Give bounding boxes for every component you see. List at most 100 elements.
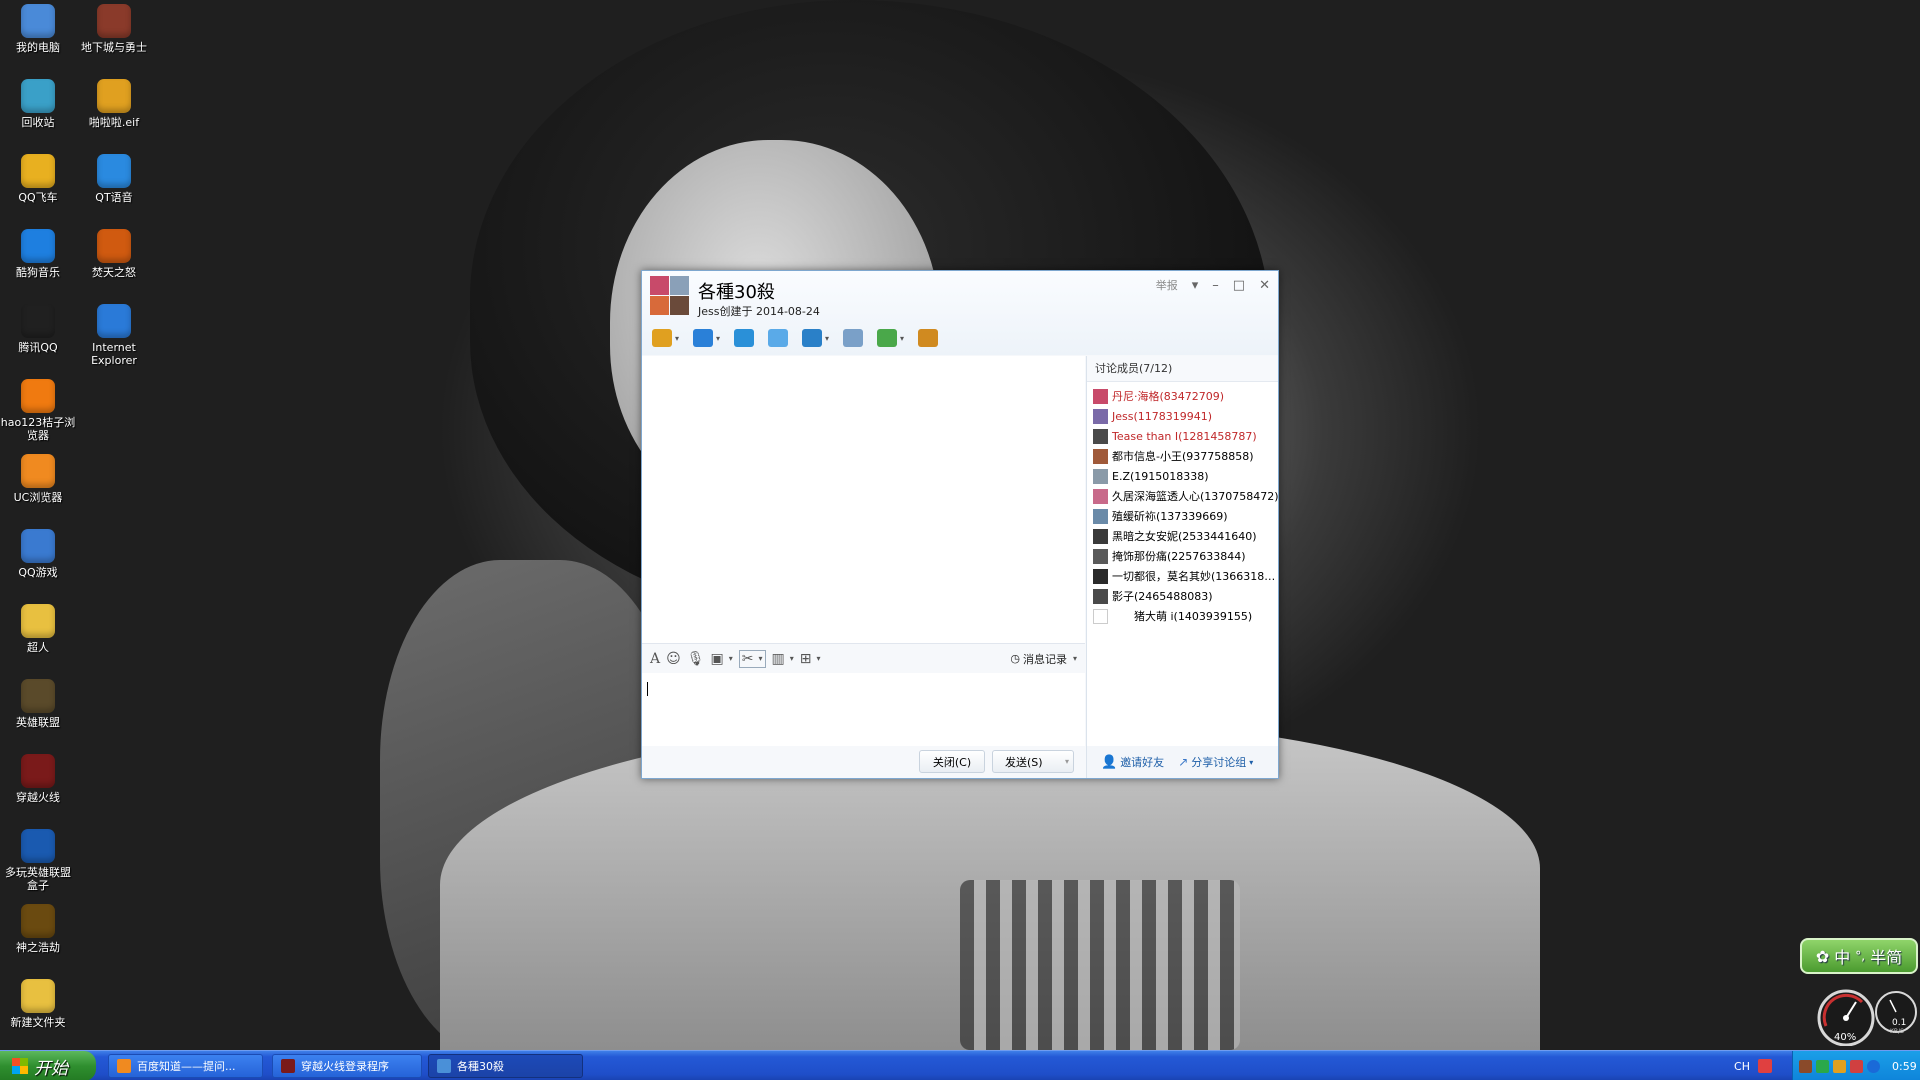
exit-group-button[interactable] bbox=[918, 329, 939, 347]
tray-qq-icon[interactable] bbox=[1833, 1059, 1846, 1073]
desktop-icon[interactable]: 超人 bbox=[0, 604, 76, 654]
desktop-icon[interactable]: Internet Explorer bbox=[76, 304, 152, 367]
voice-message-icon[interactable]: 🎙 bbox=[687, 651, 705, 667]
member-item[interactable]: E.Z(1915018338) bbox=[1087, 466, 1278, 486]
desktop-icon[interactable]: 酷狗音乐 bbox=[0, 229, 76, 279]
screenshot-icon[interactable]: ✂ ▾ bbox=[738, 649, 766, 668]
desktop-icon-label: 啪啦啦.eif bbox=[88, 116, 140, 129]
image-icon[interactable]: ▣ ▾ bbox=[711, 651, 733, 667]
report-button[interactable]: 举报 bbox=[1156, 277, 1178, 293]
chevron-down-icon[interactable]: ▾ bbox=[900, 334, 904, 343]
member-item[interactable]: 一切都很，莫名其妙(1366318… bbox=[1087, 566, 1278, 586]
member-name: Jess(1178319941) bbox=[1112, 409, 1213, 423]
desktop-icon[interactable]: 我的电脑 bbox=[0, 4, 76, 54]
desktop-icon[interactable]: UC浏览器 bbox=[0, 454, 76, 504]
tray-kugou-icon[interactable] bbox=[1867, 1059, 1880, 1073]
chat-header: 各種30殺 Jess创建于 2014-08-24 举报 ▾ – □ ✕ ▾ ▾ ▾ ▾ bbox=[642, 271, 1278, 355]
screen-share-button[interactable] bbox=[734, 329, 755, 347]
font-icon[interactable]: A bbox=[650, 651, 660, 667]
add-app-button[interactable]: ▾ bbox=[877, 329, 904, 347]
desktop-icon[interactable]: 神之浩劫 bbox=[0, 904, 76, 954]
desktop-icon-label: 穿越火线 bbox=[16, 791, 60, 804]
ime-language: 中 bbox=[1834, 948, 1851, 967]
member-item[interactable]: 久居深海篮透人心(1370758472) bbox=[1087, 486, 1278, 506]
poll-icon[interactable]: ▥ ▾ bbox=[772, 651, 794, 667]
member-avatar bbox=[1093, 408, 1108, 424]
wallpaper-plaid bbox=[960, 880, 1240, 1050]
taskbar-task-label: 穿越火线登录程序 bbox=[301, 1060, 389, 1073]
desktop-icon[interactable]: QT语音 bbox=[76, 154, 152, 204]
taskbar-task-label: 各種30殺 bbox=[457, 1060, 504, 1073]
desktop-icon[interactable]: 新建文件夹 bbox=[0, 979, 76, 1029]
tray-game-icon[interactable] bbox=[1799, 1059, 1812, 1073]
desktop-icon-label: Internet Explorer bbox=[91, 341, 137, 367]
member-item[interactable]: 猪大萌 i(1403939155) bbox=[1087, 606, 1278, 626]
member-item[interactable]: Tease than I(1281458787) bbox=[1087, 426, 1278, 446]
sogou-ime-icon[interactable] bbox=[1758, 1059, 1772, 1073]
tray-network-icon[interactable] bbox=[1850, 1059, 1863, 1073]
message-history-button[interactable]: ◷ 消息记录 ▾ bbox=[1010, 651, 1077, 667]
minimize-icon[interactable]: – bbox=[1212, 278, 1219, 293]
desktop-icon[interactable]: 英雄联盟 bbox=[0, 679, 76, 729]
send-options-icon[interactable]: ▾ bbox=[1065, 757, 1069, 766]
presentation-button[interactable] bbox=[768, 329, 789, 347]
desktop-icon[interactable]: QQ游戏 bbox=[0, 529, 76, 579]
message-history-area[interactable] bbox=[642, 356, 1085, 643]
qt-voice-icon bbox=[97, 154, 131, 188]
member-item[interactable]: 黑暗之女安妮(2533441640) bbox=[1087, 526, 1278, 546]
message-input[interactable] bbox=[642, 673, 1085, 753]
invite-friends-button[interactable]: 👤 邀请好友 bbox=[1101, 754, 1164, 770]
member-item[interactable]: Jess(1178319941) bbox=[1087, 406, 1278, 426]
menu-dropdown-icon[interactable]: ▾ bbox=[1192, 278, 1199, 293]
file-transfer-button[interactable]: ▾ bbox=[802, 329, 829, 347]
member-name: 殖缓斫袮(137339669) bbox=[1112, 510, 1228, 523]
member-avatar bbox=[1093, 428, 1108, 444]
close-button[interactable]: 关闭(C) bbox=[919, 750, 985, 773]
share-icon: ↗ bbox=[1178, 755, 1189, 769]
desktop-icon[interactable]: 回收站 bbox=[0, 79, 76, 129]
member-item[interactable]: 都市信息-小王(937758858) bbox=[1087, 446, 1278, 466]
microphone-button[interactable]: ▾ bbox=[652, 329, 679, 347]
duowan-box-icon bbox=[21, 829, 55, 863]
desktop-icon[interactable]: 腾讯QQ bbox=[0, 304, 76, 354]
desktop-icon[interactable]: QQ飞车 bbox=[0, 154, 76, 204]
member-item[interactable]: 影子(2465488083) bbox=[1087, 586, 1278, 606]
chevron-down-icon[interactable]: ▾ bbox=[825, 334, 829, 343]
desktop-icons: 我的电脑 地下城与勇士 回收站 啪啦啦.eif QQ飞车 QT语音 酷狗音乐 焚天之怒 腾讯QQ… bbox=[0, 0, 170, 1040]
member-avatar bbox=[1093, 548, 1108, 564]
tray-shield-icon[interactable] bbox=[1816, 1059, 1829, 1073]
share-group-button[interactable]: ↗ 分享讨论组 ▾ bbox=[1178, 754, 1253, 770]
taskbar-task[interactable]: 穿越火线登录程序 bbox=[272, 1054, 422, 1078]
taskbar-task[interactable]: 各種30殺 bbox=[428, 1054, 583, 1078]
send-button[interactable]: 发送(S) ▾ bbox=[992, 750, 1074, 773]
network-gauge-widget: 40% 0.1 KB/S bbox=[1812, 982, 1920, 1047]
member-name: 猪大萌 i(1403939155) bbox=[1134, 610, 1253, 623]
maximize-icon[interactable]: □ bbox=[1233, 278, 1245, 293]
more-apps-icon[interactable]: ⊞ ▾ bbox=[800, 651, 821, 667]
chat-task-icon bbox=[437, 1059, 451, 1073]
emoji-icon[interactable]: ☺ bbox=[666, 651, 681, 667]
desktop-icon[interactable]: 穿越火线 bbox=[0, 754, 76, 804]
desktop-icon-label: UC浏览器 bbox=[13, 491, 63, 504]
desktop-icon[interactable]: hao123桔子浏览器 bbox=[0, 379, 76, 442]
language-indicator[interactable]: CH bbox=[1734, 1059, 1772, 1073]
chat-toolbar: ▾ ▾ ▾ ▾ bbox=[652, 326, 952, 350]
video-camera-button[interactable]: ▾ bbox=[693, 329, 720, 347]
member-item[interactable]: 丹尼·海格(83472709) bbox=[1087, 386, 1278, 406]
member-item[interactable]: 掩饰那份痛(2257633844) bbox=[1087, 546, 1278, 566]
desktop-icon[interactable]: 焚天之怒 bbox=[76, 229, 152, 279]
desktop-icon[interactable]: 啪啦啦.eif bbox=[76, 79, 152, 129]
chevron-down-icon[interactable]: ▾ bbox=[675, 334, 679, 343]
ime-status-bar[interactable]: ✿ 中 °, 半简 bbox=[1800, 938, 1918, 974]
member-item[interactable]: 殖缓斫袮(137339669) bbox=[1087, 506, 1278, 526]
chevron-down-icon[interactable]: ▾ bbox=[716, 334, 720, 343]
close-icon[interactable]: ✕ bbox=[1259, 278, 1270, 293]
mail-button[interactable] bbox=[843, 329, 864, 347]
desktop-icon[interactable]: 多玩英雄联盟盒子 bbox=[0, 829, 76, 892]
language-label: CH bbox=[1734, 1059, 1750, 1073]
start-button[interactable]: 开始 bbox=[0, 1051, 96, 1080]
desktop-icon[interactable]: 地下城与勇士 bbox=[76, 4, 152, 54]
ime-punct-icon: °, bbox=[1855, 949, 1866, 963]
taskbar-task[interactable]: 百度知道——提问... bbox=[108, 1054, 263, 1078]
member-name: 掩饰那份痛(2257633844) bbox=[1112, 550, 1246, 563]
